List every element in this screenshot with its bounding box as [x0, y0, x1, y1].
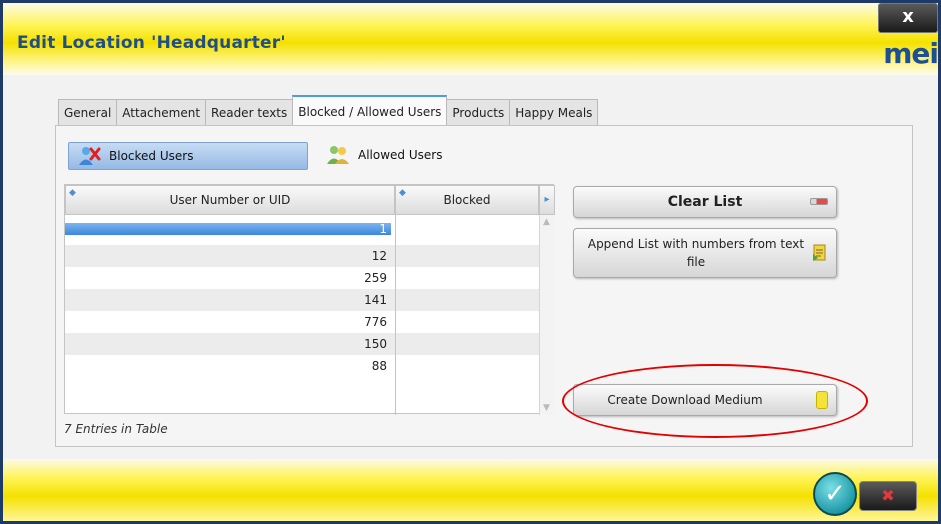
blocked-cell: [395, 333, 539, 355]
close-button[interactable]: x: [878, 3, 938, 33]
allowed-users-icon: [327, 146, 349, 164]
tab-reader-texts[interactable]: Reader texts: [205, 99, 294, 125]
text-file-icon: [813, 244, 826, 261]
clear-list-button[interactable]: Clear List: [573, 186, 837, 218]
scroll-down-icon[interactable]: ▼: [543, 403, 550, 413]
sort-icon: ◆: [399, 188, 406, 198]
table-row[interactable]: 88: [65, 355, 539, 377]
append-list-label: Append List with numbers from text file: [587, 237, 805, 269]
uid-cell: 776: [364, 315, 387, 329]
table-row[interactable]: 141: [65, 289, 539, 311]
uid-cell: 88: [371, 359, 387, 373]
column-chooser-icon[interactable]: ▸: [539, 185, 555, 215]
sort-icon: ◆: [69, 188, 76, 198]
uid-cell: 150: [364, 337, 387, 351]
column-header-uid[interactable]: ◆ User Number or UID: [65, 185, 395, 215]
append-list-button[interactable]: Append List with numbers from text file: [573, 228, 837, 278]
clear-list-label: Clear List: [667, 194, 743, 210]
blocked-users-label: Blocked Users: [109, 149, 194, 163]
table-row[interactable]: 12: [65, 245, 539, 267]
blocked-cell: [395, 245, 539, 267]
table-row[interactable]: 150: [65, 333, 539, 355]
blocked-cell: [395, 289, 539, 311]
uid-cell: 1: [65, 223, 391, 235]
tab-bar: General Attachement Reader texts Blocked…: [58, 95, 599, 125]
eraser-icon: [810, 198, 828, 205]
blocked-users-toggle[interactable]: Blocked Users: [68, 142, 308, 170]
blocked-cell: [395, 355, 539, 377]
blocked-cell: [395, 311, 539, 333]
uid-cell: 259: [364, 271, 387, 285]
blocked-cell: [395, 223, 539, 245]
table-body: 1 12 259 141 776 150 88: [65, 223, 539, 377]
ok-button[interactable]: ✓: [813, 472, 857, 516]
users-table: ◆ User Number or UID ◆ Blocked ▸ 1 12 25…: [64, 184, 555, 415]
uid-cell: 12: [371, 249, 387, 263]
blocked-user-icon: [79, 147, 101, 165]
table-row[interactable]: 259: [65, 267, 539, 289]
tab-general[interactable]: General: [58, 99, 118, 125]
table-row[interactable]: 776: [65, 311, 539, 333]
entries-count: 7 Entries in Table: [64, 422, 168, 436]
blocked-cell: [395, 267, 539, 289]
allowed-users-toggle[interactable]: Allowed Users: [318, 142, 478, 170]
tab-attachement[interactable]: Attachement: [116, 99, 207, 125]
highlight-annotation: [562, 364, 868, 438]
table-row[interactable]: 1: [65, 223, 539, 245]
column-header-blocked[interactable]: ◆ Blocked: [395, 185, 539, 215]
tab-happy-meals[interactable]: Happy Meals: [509, 99, 599, 125]
tab-blocked-allowed-users[interactable]: Blocked / Allowed Users: [292, 95, 448, 125]
tab-products[interactable]: Products: [446, 99, 511, 125]
window-title: Edit Location 'Headquarter': [17, 33, 286, 53]
footer-bar: ✓ ✖: [3, 459, 938, 521]
cancel-button[interactable]: ✖: [859, 481, 917, 511]
mei-logo: mei: [883, 37, 938, 70]
table-scrollbar[interactable]: ▲ ▼: [539, 215, 555, 415]
title-bar: Edit Location 'Headquarter' x mei: [3, 3, 938, 75]
scroll-up-icon[interactable]: ▲: [543, 217, 550, 227]
allowed-users-label: Allowed Users: [358, 148, 443, 162]
edit-location-window: Edit Location 'Headquarter' x mei Genera…: [0, 0, 941, 524]
uid-cell: 141: [364, 293, 387, 307]
